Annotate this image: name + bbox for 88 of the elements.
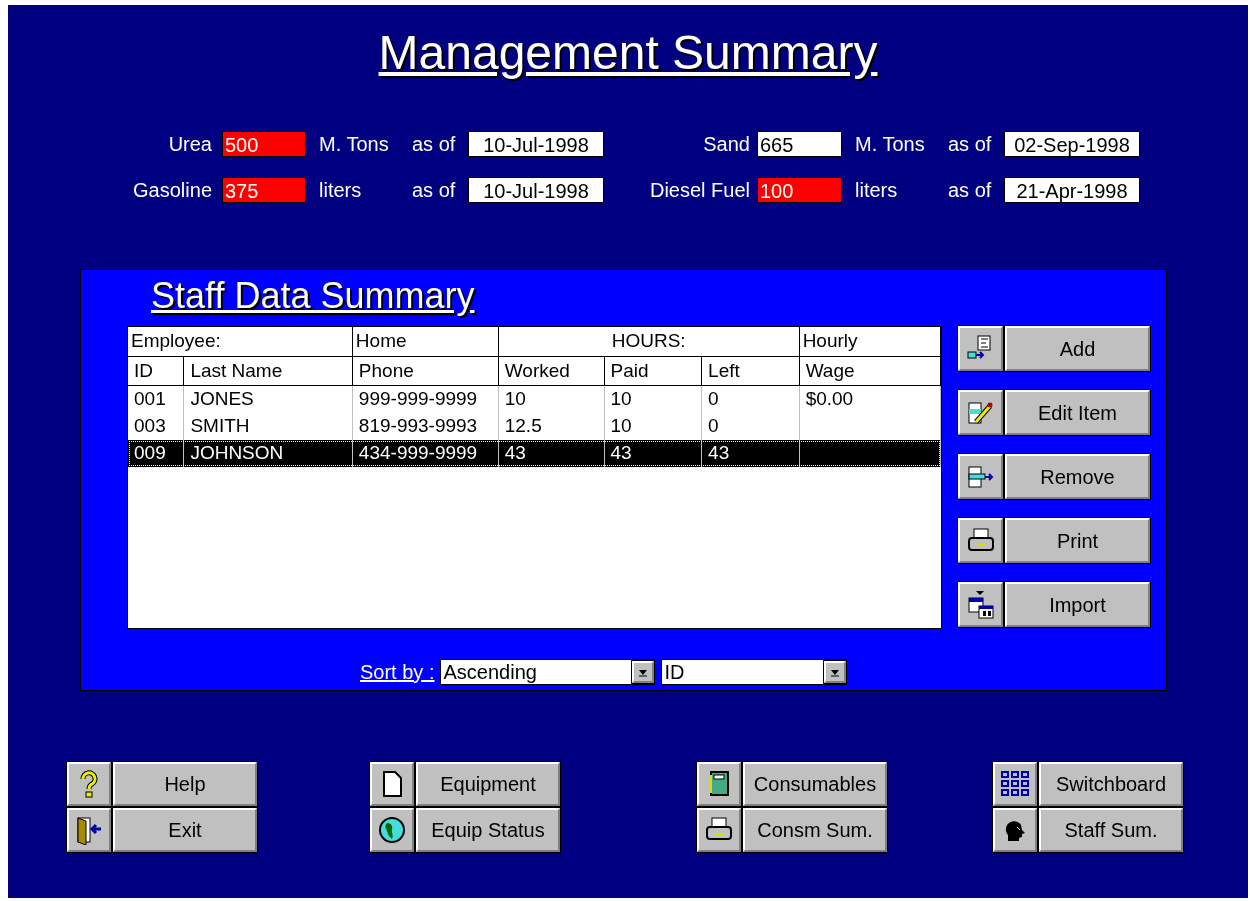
action-button[interactable]: Remove xyxy=(1005,454,1150,499)
table-cell: 003 xyxy=(134,415,166,436)
nav-button[interactable]: Consumables xyxy=(743,762,887,806)
nav-button[interactable]: Equipment xyxy=(416,762,560,806)
unit-label: liters xyxy=(319,178,363,203)
action-icon-button[interactable] xyxy=(958,390,1003,435)
nav-button[interactable]: Equip Status xyxy=(416,808,560,852)
exit-door-icon xyxy=(74,815,104,845)
unit-label: M. Tons xyxy=(319,132,390,157)
action-button[interactable]: Add xyxy=(1005,326,1150,371)
action-icon-button[interactable] xyxy=(958,518,1003,563)
column-group-header: Home xyxy=(355,330,407,351)
stock-label: Sand xyxy=(702,132,750,157)
action-icon-button[interactable] xyxy=(958,454,1003,499)
column-header: Phone xyxy=(358,359,414,381)
column-group-header: Employee: xyxy=(131,330,221,351)
date-field[interactable]: 02-Sep-1998 xyxy=(1004,131,1140,157)
action-button[interactable]: Print xyxy=(1005,518,1150,563)
as-of-label: as of xyxy=(948,132,993,157)
column-group-header: Hourly xyxy=(802,330,858,351)
table-cell: 999-999-9999 xyxy=(358,388,478,410)
table-cell: 009 xyxy=(134,442,166,463)
action-icon-button[interactable] xyxy=(958,582,1003,627)
table-row[interactable]: 003 SMITH 819-993-9993 12.5 10 0 xyxy=(128,412,941,440)
page-title: Management Summary xyxy=(378,25,878,81)
table-cell: 12.5 xyxy=(504,415,542,436)
as-of-label: as of xyxy=(412,132,457,157)
stock-label: Urea xyxy=(167,132,212,157)
nav-icon-button[interactable] xyxy=(697,762,741,806)
sort-field-dropdown[interactable]: ID xyxy=(661,659,848,685)
nav-icon-button[interactable] xyxy=(67,808,111,852)
unit-label: liters xyxy=(855,178,899,203)
stock-label: Diesel Fuel xyxy=(648,178,750,203)
action-button[interactable]: Import xyxy=(1005,582,1150,627)
table-cell: 434-999-9999 xyxy=(358,442,478,463)
column-header: Left xyxy=(708,359,740,381)
table-cell: 001 xyxy=(134,388,166,410)
date-field[interactable]: 10-Jul-1998 xyxy=(468,131,604,157)
table-cell: 43 xyxy=(610,442,632,463)
table-cell: 10 xyxy=(610,388,632,410)
stock-amount-field[interactable]: 500 xyxy=(222,131,306,157)
stock-amount-field[interactable]: 375 xyxy=(222,177,306,203)
stock-amount-field[interactable]: 100 xyxy=(757,177,842,203)
table-cell: JONES xyxy=(190,388,254,410)
column-header: Worked xyxy=(504,359,570,381)
table-row[interactable]: 009 JOHNSON 434-999-9999 43 43 43 xyxy=(128,439,941,467)
table-cell: 0 xyxy=(708,415,719,436)
column-header: Wage xyxy=(805,359,855,381)
action-button[interactable]: Edit Item xyxy=(1005,390,1150,435)
table-cell: 43 xyxy=(504,442,526,463)
as-of-label: as of xyxy=(948,178,993,203)
nav-icon-button[interactable] xyxy=(370,808,414,852)
table-cell: 43 xyxy=(708,442,730,463)
nav-button[interactable]: Staff Sum. xyxy=(1039,808,1183,852)
sort-by-link[interactable]: Sort by : xyxy=(360,657,435,687)
stock-amount-field[interactable]: 665 xyxy=(757,131,842,157)
table-cell: $0.00 xyxy=(805,388,854,410)
nav-icon-button[interactable] xyxy=(993,808,1037,852)
date-field[interactable]: 10-Jul-1998 xyxy=(468,177,604,203)
table-row[interactable]: 001 JONES 999-999-9999 10 10 0 $0.00 xyxy=(128,385,941,413)
table-cell: 819-993-9993 xyxy=(358,415,478,436)
column-header: Last Name xyxy=(190,359,283,381)
table-cell: 10 xyxy=(504,388,526,410)
table-cell: 0 xyxy=(708,388,719,410)
column-header: ID xyxy=(134,359,153,381)
table-cell: 10 xyxy=(610,415,632,436)
panel-title: Staff Data Summary xyxy=(151,275,475,316)
stock-label: Gasoline xyxy=(132,178,212,203)
column-group-header: HOURS: xyxy=(611,330,686,351)
nav-icon-button[interactable] xyxy=(993,762,1037,806)
nav-icon-button[interactable] xyxy=(67,762,111,806)
as-of-label: as of xyxy=(412,178,457,203)
globe-icon xyxy=(377,815,407,845)
sort-order-dropdown[interactable]: Ascending xyxy=(440,659,656,685)
date-field[interactable]: 21-Apr-1998 xyxy=(1004,177,1140,203)
nav-button[interactable]: Switchboard xyxy=(1039,762,1183,806)
column-header: Paid xyxy=(610,359,649,381)
nav-button[interactable]: Exit xyxy=(113,808,257,852)
table-cell: JOHNSON xyxy=(190,442,284,463)
nav-button[interactable]: Consm Sum. xyxy=(743,808,887,852)
import-table-icon xyxy=(965,589,996,620)
action-icon-button[interactable] xyxy=(958,326,1003,371)
unit-label: M. Tons xyxy=(855,132,926,157)
nav-button[interactable]: Help xyxy=(113,762,257,806)
nav-icon-button[interactable] xyxy=(370,762,414,806)
nav-icon-button[interactable] xyxy=(697,808,741,852)
table-cell: SMITH xyxy=(190,415,250,436)
grid-icon xyxy=(1000,769,1030,799)
